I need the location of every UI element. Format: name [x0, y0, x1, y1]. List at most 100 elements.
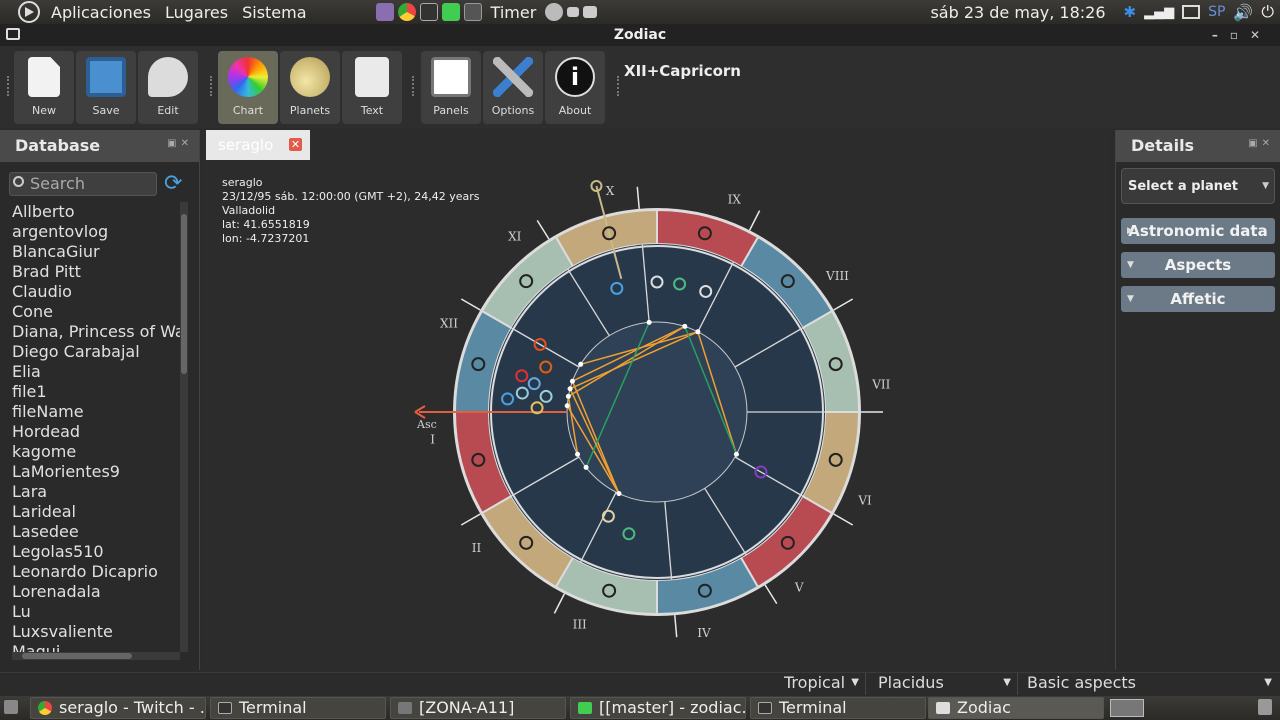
edit-button[interactable]: Edit	[138, 51, 198, 124]
chrome-launcher-icon[interactable]	[397, 3, 416, 21]
workspace-switcher[interactable]	[1110, 699, 1144, 717]
about-button[interactable]: i About	[545, 51, 605, 124]
aspect-set-select[interactable]: Basic aspects ▼	[1020, 673, 1278, 695]
desktop-icon[interactable]	[583, 6, 598, 18]
window-menu-icon[interactable]	[6, 28, 20, 40]
menu-applications[interactable]: Aplicaciones	[44, 3, 158, 22]
task-zodiac[interactable]: Zodiac	[928, 697, 1104, 719]
planet-point	[583, 464, 589, 470]
planet-point	[616, 491, 622, 497]
timer-label[interactable]: Timer	[484, 3, 544, 22]
keyboard-layout[interactable]: SP	[1208, 4, 1225, 20]
panel-float-close-icon[interactable]: ▣✕	[1248, 138, 1274, 149]
window-controls[interactable]: –▫✕	[1212, 24, 1272, 46]
toolbar-grip[interactable]	[412, 76, 415, 96]
task-chrome[interactable]: seraglo - Twitch - ...	[30, 697, 206, 719]
save-button[interactable]: Save	[76, 51, 136, 124]
list-item[interactable]: Claudio	[12, 282, 184, 302]
house-system-select[interactable]: Placidus ▼	[870, 673, 1018, 695]
list-item[interactable]: kagome	[12, 442, 184, 462]
trash-icon[interactable]	[1258, 699, 1272, 715]
network-signal-icon[interactable]: ▂▄▆	[1144, 5, 1174, 20]
database-vertical-scrollbar[interactable]	[180, 202, 188, 652]
list-item[interactable]: Brad Pitt	[12, 262, 184, 282]
toolbar-grip[interactable]	[210, 76, 213, 96]
list-item[interactable]: LaMorientes9	[12, 462, 184, 482]
list-item[interactable]: Diego Carabajal	[12, 342, 184, 362]
list-item[interactable]: Lorenadala	[12, 582, 184, 602]
panel-float-close-icon[interactable]: ▣✕	[167, 138, 193, 149]
clock[interactable]: sáb 23 de may, 18:26	[930, 3, 1105, 22]
list-item[interactable]: Lu	[12, 602, 184, 622]
list-item[interactable]: Legolas510	[12, 542, 184, 562]
panels-button[interactable]: Panels	[421, 51, 481, 124]
task-qtcreator[interactable]: [[master] - zodiac...	[570, 697, 746, 719]
refresh-icon[interactable]: ⟳	[164, 173, 188, 196]
list-item[interactable]: BlancaGiur	[12, 242, 184, 262]
tab-seraglo[interactable]: seraglo ✕	[206, 130, 310, 160]
list-item[interactable]: Leonardo Dicaprio	[12, 562, 184, 582]
chart-button[interactable]: Chart	[218, 51, 278, 124]
planet-point	[733, 451, 739, 457]
monitor-icon[interactable]	[1182, 5, 1201, 19]
planet-point	[695, 329, 701, 335]
list-item[interactable]: Allberto	[12, 202, 184, 222]
list-item[interactable]: Diana, Princess of Wale	[12, 322, 184, 342]
window-icon[interactable]	[567, 7, 580, 17]
power-icon[interactable]: ⏻	[1261, 2, 1274, 22]
color-wheel-chart-icon	[228, 57, 268, 97]
new-button[interactable]: New	[14, 51, 74, 124]
menu-system[interactable]: Sistema	[235, 3, 313, 22]
list-item[interactable]: Luxsvaliente	[12, 622, 184, 642]
planet-point	[565, 393, 571, 399]
ubuntu-menu-icon[interactable]	[18, 1, 40, 23]
zodiac-type-select[interactable]: Tropical ▼	[776, 673, 866, 695]
task-terminal-2[interactable]: Terminal	[750, 697, 926, 719]
house-label: IV	[697, 626, 711, 640]
disk-icon[interactable]	[545, 3, 564, 21]
close-tab-icon[interactable]: ✕	[289, 138, 302, 151]
list-item[interactable]: fileName	[12, 402, 184, 422]
database-panel-header: Database ▣✕	[0, 130, 199, 162]
list-item[interactable]: file1	[12, 382, 184, 402]
planet-select[interactable]: Select a planet	[1121, 168, 1275, 204]
database-horizontal-scrollbar[interactable]	[12, 652, 180, 660]
text-button[interactable]: Text	[342, 51, 402, 124]
planet-point	[575, 451, 581, 457]
timer-icon[interactable]	[463, 3, 482, 21]
section-astronomic-data[interactable]: ▶ Astronomic data	[1121, 218, 1275, 244]
list-item[interactable]: Lara	[12, 482, 184, 502]
house-cusp-tick	[536, 219, 550, 240]
natal-chart-wheel[interactable]: IIIIIIIVVVIVIIVIIIIXXXIXIIAsc	[402, 170, 902, 660]
options-button[interactable]: Options	[483, 51, 543, 124]
details-panel: Details ▣✕ Select a planet ▶ Astronomic …	[1115, 130, 1280, 670]
section-affetic[interactable]: ▼ Affetic	[1121, 286, 1275, 312]
toolbar-grip[interactable]	[617, 76, 620, 96]
task-zona[interactable]: [ZONA-A11]	[390, 697, 566, 719]
collapse-triangle-icon: ▼	[1127, 294, 1134, 304]
show-desktop-icon[interactable]	[4, 700, 18, 714]
house-cusp-tick	[460, 298, 481, 311]
task-terminal[interactable]: Terminal	[210, 697, 386, 719]
bluetooth-icon[interactable]: ✱	[1124, 3, 1137, 21]
toolbar: New Save Edit Chart Planets Text Panels …	[0, 46, 1280, 128]
list-item[interactable]: Cone	[12, 302, 184, 322]
planet-point	[646, 319, 652, 325]
film-launcher-icon[interactable]	[375, 3, 394, 21]
new-document-icon	[28, 57, 60, 97]
list-item[interactable]: argentovlog	[12, 222, 184, 242]
menu-places[interactable]: Lugares	[158, 3, 235, 22]
list-item[interactable]: Larideal	[12, 502, 184, 522]
taskbar: seraglo - Twitch - ... Terminal [ZONA-A1…	[0, 696, 1280, 720]
search-input[interactable]: Search	[9, 172, 157, 196]
section-aspects[interactable]: ▼ Aspects	[1121, 252, 1275, 278]
planets-button[interactable]: Planets	[280, 51, 340, 124]
terminal-launcher-icon[interactable]	[419, 3, 438, 21]
list-item[interactable]: Magui	[12, 642, 184, 652]
list-item[interactable]: Lasedee	[12, 522, 184, 542]
list-item[interactable]: Elia	[12, 362, 184, 382]
volume-icon[interactable]: 🔊	[1233, 3, 1253, 22]
qtcreator-launcher-icon[interactable]	[441, 3, 460, 21]
toolbar-grip[interactable]	[7, 76, 10, 96]
list-item[interactable]: Hordead	[12, 422, 184, 442]
